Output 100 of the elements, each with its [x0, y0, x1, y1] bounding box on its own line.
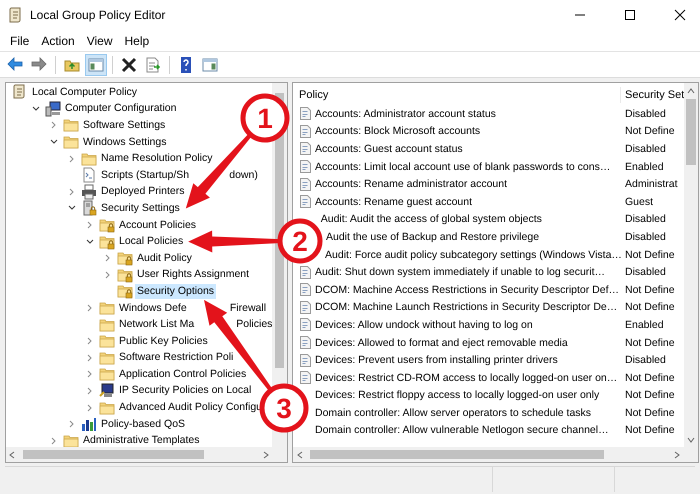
tree-item[interactable]: User Rights Assignment — [135, 267, 252, 282]
tree-item[interactable]: Software Restriction Poli — [117, 350, 236, 366]
table-cell: Accounts: Block Microsoft accounts — [315, 124, 480, 138]
horizontal-scrollbar[interactable] — [293, 447, 698, 462]
expand-chevron-icon[interactable] — [87, 370, 93, 378]
tree-pane-button[interactable] — [85, 54, 107, 76]
column-header[interactable]: Policy — [293, 86, 621, 103]
table-cell: Not Define — [625, 388, 675, 402]
table-cell: Enabled — [625, 160, 664, 174]
tree-item[interactable]: Deployed Printers — [99, 184, 186, 200]
document-icon — [300, 178, 311, 191]
callout-number: 1 — [257, 103, 273, 134]
table-cell: Audit: Force audit policy subcategory settings (Windows Vista… — [325, 248, 622, 262]
folder-icon — [99, 316, 115, 333]
tree-item-text: down) — [229, 168, 258, 183]
collapse-chevron-icon[interactable] — [32, 106, 40, 112]
collapse-chevron-icon[interactable] — [50, 139, 58, 146]
horizontal-scrollbar[interactable] — [6, 447, 287, 462]
tree-item[interactable]: Local Policies — [117, 234, 186, 250]
menu-item[interactable]: File — [5, 32, 34, 50]
collapse-chevron-icon[interactable] — [68, 205, 76, 212]
expand-chevron-icon[interactable] — [51, 436, 57, 445]
vertical-scrollbar[interactable] — [684, 83, 698, 447]
tree-item[interactable]: Audit Policy — [135, 250, 194, 266]
bar-chart-icon — [81, 416, 97, 432]
scroll-right-icon[interactable] — [263, 451, 269, 459]
folder-icon — [63, 117, 79, 134]
menu-item[interactable]: View — [82, 32, 118, 50]
tree-item[interactable]: Policy-based QoS — [99, 416, 188, 432]
table-cell: DCOM: Machine Access Restrictions in Security Descriptor Def… — [315, 282, 620, 297]
scrollbar-thumb[interactable] — [23, 450, 204, 459]
scroll-up-icon[interactable] — [687, 88, 696, 94]
document-icon — [300, 371, 311, 384]
scrollbar-thumb[interactable] — [310, 450, 604, 459]
expand-chevron-icon[interactable] — [87, 354, 93, 362]
back-arrow-icon — [6, 56, 24, 74]
tree-item[interactable]: Security Settings — [99, 200, 182, 216]
tree-item[interactable]: Scripts (Startup/Sh — [99, 168, 192, 183]
tree-item[interactable]: Security Options — [135, 284, 216, 299]
window-title: Local Group Policy Editor — [30, 7, 166, 24]
table-cell: Accounts: Rename guest account — [315, 194, 472, 209]
expand-chevron-icon[interactable] — [87, 386, 93, 395]
tree-item[interactable]: Computer Configuration — [63, 101, 178, 116]
menu-item[interactable]: Action — [36, 32, 80, 50]
document-icon — [300, 160, 311, 174]
table-cell: Devices: Restrict floppy access to locally logged-on user only — [315, 388, 600, 402]
tree-item[interactable]: Application Control Policies — [117, 366, 248, 382]
expand-chevron-icon[interactable] — [51, 121, 57, 130]
table-cell: Accounts: Rename administrator account — [315, 177, 508, 192]
tree-item[interactable]: Network List Ma — [117, 317, 196, 332]
document-icon — [300, 318, 311, 332]
expand-chevron-icon[interactable] — [87, 337, 93, 346]
expand-chevron-icon[interactable] — [69, 154, 75, 163]
tree-item[interactable]: Windows Defe — [117, 300, 189, 316]
tree-item[interactable]: Public Key Policies — [117, 334, 210, 349]
maximize-icon[interactable] — [624, 9, 636, 21]
document-icon — [300, 354, 311, 367]
column-header[interactable]: Security Set — [621, 86, 684, 103]
expand-chevron-icon[interactable] — [105, 270, 111, 279]
collapse-chevron-icon[interactable] — [86, 238, 94, 245]
scrollbar-thumb[interactable] — [686, 99, 696, 165]
expand-chevron-icon[interactable] — [105, 254, 111, 262]
expand-chevron-icon[interactable] — [69, 420, 75, 428]
table-cell: Disabled — [625, 212, 666, 226]
table-cell: Administrat — [625, 177, 678, 192]
table-cell: Accounts: Guest account status — [315, 142, 463, 156]
expand-chevron-icon[interactable] — [87, 221, 93, 230]
scroll-right-icon[interactable] — [674, 451, 680, 459]
tree-item[interactable]: Name Resolution Policy — [99, 151, 214, 166]
scroll-down-icon[interactable] — [687, 437, 696, 443]
tree-item[interactable]: IP Security Policies on Local — [117, 383, 254, 398]
table-cell: Disabled — [625, 230, 666, 244]
table-cell: Not Define — [625, 406, 675, 420]
tree-item[interactable]: Windows Settings — [81, 134, 168, 150]
scroll-left-icon[interactable] — [9, 451, 15, 459]
delete-x-icon — [120, 56, 138, 74]
tree-item-text: Firewall — [230, 300, 266, 316]
document-icon — [300, 195, 311, 208]
tree-item[interactable]: Local Computer Policy — [30, 84, 140, 100]
menu-item[interactable]: Help — [120, 32, 154, 50]
expand-chevron-icon[interactable] — [87, 404, 93, 412]
table-cell: Not Define — [625, 124, 675, 138]
table-cell: Devices: Restrict CD-ROM access to locally logged-on user on… — [315, 370, 618, 385]
table-cell: Audit the use of Backup and Restore privilege — [326, 230, 540, 244]
script-file-icon — [81, 167, 97, 184]
tree-item[interactable]: Administrative Templates — [81, 433, 202, 448]
table-cell: Disabled — [625, 106, 666, 121]
expand-chevron-icon[interactable] — [69, 188, 75, 196]
table-cell: Domain controller: Allow server operators to schedule tasks — [315, 406, 592, 420]
close-icon[interactable] — [674, 9, 686, 21]
folder-icon — [99, 300, 115, 316]
callout-number: 2 — [292, 226, 308, 257]
table-cell: Audit: Audit the access of global system objects — [320, 212, 542, 226]
scroll-icon — [8, 7, 22, 23]
tree-item[interactable]: Software Settings — [81, 118, 168, 133]
expand-chevron-icon[interactable] — [87, 304, 93, 312]
forward-arrow-icon — [30, 56, 48, 74]
tree-item-text: Policies — [236, 317, 272, 332]
tree-item[interactable]: Account Policies — [117, 218, 198, 233]
scroll-left-icon[interactable] — [297, 451, 303, 459]
